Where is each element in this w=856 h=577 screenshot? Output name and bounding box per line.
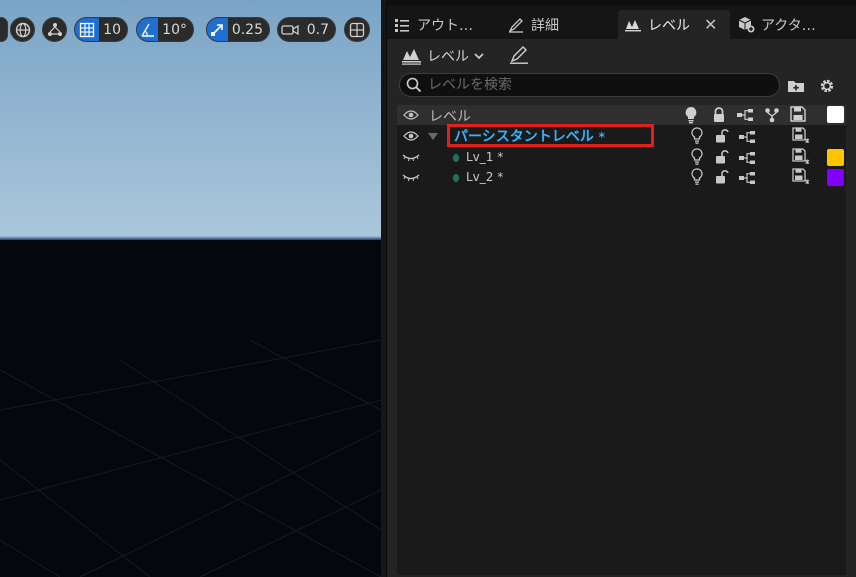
rotation-snap-value[interactable]: 10° [158, 22, 193, 38]
details-icon [507, 16, 525, 34]
tab-levels-label: レベル [648, 17, 690, 34]
grid-icon [79, 22, 95, 37]
dirty-marker: * [497, 170, 504, 184]
level-name-lv1[interactable]: Lv_1 * [466, 150, 503, 164]
hierarchy-icon[interactable] [738, 169, 756, 187]
tab-outliner-label: アウト… [417, 17, 473, 34]
scale-snap-button[interactable]: 0.25 [206, 17, 270, 42]
rotation-snap-toggle[interactable] [137, 18, 159, 41]
tab-levels[interactable]: レベル ✕ [618, 10, 730, 39]
level-row-lv2[interactable]: Lv_2 * [397, 167, 846, 187]
new-level-folder-button[interactable] [786, 76, 806, 96]
lightbulb-icon[interactable] [688, 127, 706, 145]
angle-icon [140, 23, 154, 37]
highlight-annotation-box [447, 124, 654, 147]
eye-hidden-icon[interactable] [402, 148, 420, 166]
levels-icon [624, 16, 642, 34]
lighting-column-icon[interactable] [682, 106, 700, 124]
grid-snap-button[interactable]: 10 [74, 17, 128, 42]
viewport-layout-button[interactable] [344, 17, 370, 42]
level-column-label[interactable]: レベル [429, 106, 471, 126]
unlock-icon[interactable] [713, 127, 731, 145]
rotation-snap-button[interactable]: 10° [136, 17, 194, 42]
save-level-icon[interactable] [792, 127, 810, 145]
save-column-icon[interactable] [790, 106, 808, 124]
level-status-dot [453, 154, 459, 162]
grid-snap-toggle[interactable] [75, 18, 100, 41]
globe-icon [15, 18, 31, 41]
lightbulb-icon[interactable] [688, 148, 706, 166]
levels-content: レベル レベルを検索 レベル パーシスタントレベル * Lv_1 * Lv_2 … [387, 39, 856, 577]
folder-add-icon [788, 81, 804, 92]
surface-snap-button[interactable] [42, 17, 67, 42]
scale-snap-value[interactable]: 0.25 [228, 22, 269, 38]
level-status-dot [453, 174, 459, 182]
camera-icon [278, 18, 303, 41]
edit-pencil-icon [508, 46, 530, 66]
close-tab-icon[interactable]: ✕ [704, 15, 717, 34]
level-list-header: レベル [397, 105, 846, 125]
dirty-marker: * [497, 150, 504, 164]
floor-grid [0, 339, 381, 577]
tab-outliner[interactable]: アウト… [393, 10, 473, 39]
camera-speed-button[interactable]: 0.7 [277, 17, 336, 42]
lock-column-icon[interactable] [710, 106, 728, 124]
level-color-swatch[interactable] [827, 149, 844, 166]
scale-icon [211, 23, 224, 36]
eye-visible-icon[interactable] [402, 127, 420, 145]
hierarchy-column-icon[interactable] [736, 106, 754, 124]
levels-dropdown-button[interactable]: レベル [401, 46, 484, 66]
gear-icon [820, 79, 834, 93]
search-icon [406, 77, 422, 93]
save-level-icon[interactable] [792, 168, 810, 186]
world-space-button[interactable] [10, 17, 35, 42]
merge-column-icon[interactable] [763, 106, 781, 124]
eye-hidden-icon[interactable] [402, 168, 420, 186]
lightbulb-icon[interactable] [688, 168, 706, 186]
color-column-header-swatch[interactable] [827, 106, 844, 123]
grid-snap-value[interactable]: 10 [99, 22, 127, 38]
levels-toolbar: レベル [401, 44, 530, 68]
hierarchy-icon[interactable] [738, 128, 756, 146]
hierarchy-icon[interactable] [738, 149, 756, 167]
unlock-icon[interactable] [713, 148, 731, 166]
level-details-button[interactable] [508, 46, 530, 66]
layout-icon [349, 18, 365, 41]
level-row-lv1[interactable]: Lv_1 * [397, 147, 846, 167]
level-viewport[interactable]: 10 10° 0.25 0.7 [0, 0, 381, 577]
level-search-input[interactable] [428, 77, 768, 93]
tab-details-label: 詳細 [531, 17, 559, 34]
camera-speed-value[interactable]: 0.7 [303, 22, 335, 38]
expand-triangle-icon[interactable] [424, 128, 442, 146]
level-search-box[interactable] [399, 73, 780, 97]
save-level-icon[interactable] [792, 148, 810, 166]
settings-button[interactable] [817, 76, 837, 96]
visibility-column-icon[interactable] [402, 106, 420, 124]
editor-window: 10 10° 0.25 0.7 アウト… 詳細 レベル ✕ アクタ… レベル レ… [0, 0, 856, 577]
levels-panel: アウト… 詳細 レベル ✕ アクタ… レベル レベルを検索 レベル パーシスタン… [387, 0, 856, 577]
level-row-persistent[interactable]: パーシスタントレベル * [397, 124, 846, 147]
actor-icon [737, 16, 755, 34]
level-color-swatch[interactable] [827, 169, 844, 186]
levels-dropdown-icon [401, 46, 423, 66]
tab-actor-label: アクタ… [761, 17, 816, 34]
surface-snap-icon [47, 18, 63, 41]
level-name-lv2[interactable]: Lv_2 * [466, 170, 503, 184]
transform-mode-button[interactable] [0, 17, 8, 42]
unlock-icon[interactable] [713, 168, 731, 186]
levels-dropdown-label: レベル [427, 49, 469, 65]
panel-tab-bar: アウト… 詳細 レベル ✕ アクタ… [387, 6, 856, 39]
tab-details[interactable]: 詳細 [507, 10, 559, 39]
level-list: レベル パーシスタントレベル * Lv_1 * Lv_2 * [397, 105, 846, 575]
chevron-down-icon [474, 50, 484, 63]
scale-snap-toggle[interactable] [207, 18, 228, 41]
tab-actor[interactable]: アクタ… [737, 10, 816, 39]
outliner-icon [393, 16, 411, 34]
